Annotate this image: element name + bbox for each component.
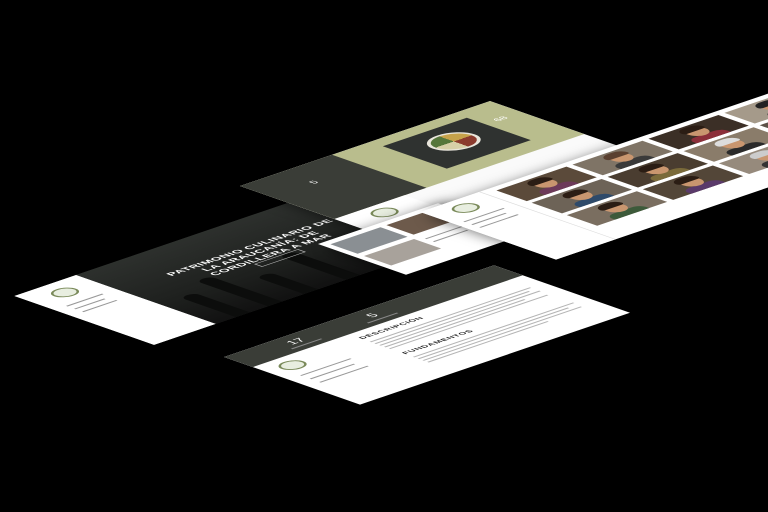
mockup-stage: PATRIMONIO CULINARIO DE LA ARAUCANÍA: DE… [0,0,768,512]
text-line [417,307,570,360]
menu-line [82,299,118,312]
menu-line [74,298,106,310]
logo-icon [45,285,85,300]
plate-image [416,128,492,155]
menu-line [319,365,369,383]
logo-icon [446,201,486,215]
menu-line [432,229,468,242]
tree-silhouette [256,272,318,294]
logo-icon [272,358,313,372]
text-line [412,302,575,358]
menu-line [479,214,519,228]
